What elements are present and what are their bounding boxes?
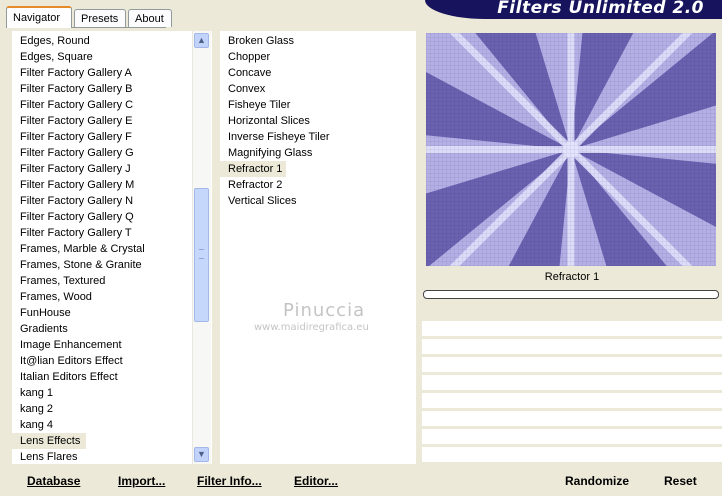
param-slot bbox=[422, 429, 722, 444]
filter-item[interactable]: Chopper bbox=[220, 49, 329, 65]
category-item[interactable]: Filter Factory Gallery G bbox=[12, 145, 192, 161]
category-item[interactable]: Filter Factory Gallery B bbox=[12, 81, 192, 97]
param-slot bbox=[422, 375, 722, 390]
chevron-up-icon[interactable]: ▲ bbox=[194, 33, 209, 48]
category-list[interactable]: Edges, Round Edges, Square Filter Factory … bbox=[12, 33, 192, 464]
preview-frame bbox=[424, 33, 716, 266]
category-item[interactable]: Filter Factory Gallery J bbox=[12, 161, 192, 177]
filter-info-button-label: Filter Info... bbox=[197, 474, 262, 488]
category-item[interactable]: kang 2 bbox=[12, 401, 192, 417]
editor-button[interactable]: Editor... bbox=[294, 474, 338, 488]
filter-item[interactable]: Magnifying Glass bbox=[220, 145, 329, 161]
category-item[interactable]: kang 4 bbox=[12, 417, 192, 433]
grip-icon bbox=[199, 249, 204, 259]
filter-list-panel: Broken Glass Chopper Concave Convex Fisheye … bbox=[220, 31, 416, 464]
filter-item[interactable]: Horizontal Slices bbox=[220, 113, 329, 129]
tab-navigator[interactable]: Navigator bbox=[6, 6, 72, 28]
category-scrollbar[interactable]: ▲ ▼ bbox=[192, 31, 211, 464]
watermark-name: Pinuccia bbox=[283, 300, 366, 321]
filter-item[interactable]: Refractor 1 bbox=[220, 161, 286, 177]
category-item[interactable]: Filter Factory Gallery A bbox=[12, 65, 192, 81]
refractor-preview-graphic bbox=[426, 33, 716, 266]
category-item[interactable]: kang 1 bbox=[12, 385, 192, 401]
filter-item[interactable]: Vertical Slices bbox=[220, 193, 329, 209]
current-filter-name: Refractor 1 bbox=[544, 271, 600, 283]
category-item[interactable]: Frames, Wood bbox=[12, 289, 192, 305]
category-item[interactable]: Edges, Round bbox=[12, 33, 192, 49]
category-item[interactable]: Frames, Stone & Granite bbox=[12, 257, 192, 273]
category-item[interactable]: Frames, Marble & Crystal bbox=[12, 241, 192, 257]
tab-about[interactable]: About bbox=[128, 9, 172, 27]
category-item[interactable]: Filter Factory Gallery M bbox=[12, 177, 192, 193]
watermark-url: www.maidiregrafica.eu bbox=[254, 322, 369, 333]
category-item[interactable]: Frames, Textured bbox=[12, 273, 192, 289]
param-slot bbox=[422, 357, 722, 372]
import-button-label: Import... bbox=[118, 474, 166, 488]
category-item[interactable]: Filter Factory Gallery Q bbox=[12, 209, 192, 225]
filter-list[interactable]: Broken Glass Chopper Concave Convex Fisheye … bbox=[220, 33, 329, 209]
database-button[interactable]: Database bbox=[27, 474, 80, 488]
filter-info-button[interactable]: Filter Info... bbox=[197, 474, 262, 488]
reset-button[interactable]: Reset bbox=[664, 474, 697, 488]
filter-item[interactable]: Fisheye Tiler bbox=[220, 97, 329, 113]
filter-item[interactable]: Convex bbox=[220, 81, 329, 97]
category-item[interactable]: Filter Factory Gallery T bbox=[12, 225, 192, 241]
chevron-down-icon[interactable]: ▼ bbox=[194, 447, 209, 462]
progress-bar bbox=[423, 290, 719, 299]
param-slot bbox=[422, 339, 722, 354]
filter-item[interactable]: Inverse Fisheye Tiler bbox=[220, 129, 329, 145]
category-item[interactable]: FunHouse bbox=[12, 305, 192, 321]
category-item[interactable]: Gradients bbox=[12, 321, 192, 337]
category-item[interactable]: It@lian Editors Effect bbox=[12, 353, 192, 369]
scrollbar-thumb[interactable] bbox=[194, 188, 209, 322]
category-item[interactable]: Filter Factory Gallery E bbox=[12, 113, 192, 129]
import-button[interactable]: Import... bbox=[118, 474, 165, 488]
category-item[interactable]: Filter Factory Gallery C bbox=[12, 97, 192, 113]
category-item[interactable]: Lens Flares bbox=[12, 449, 192, 464]
filter-item[interactable]: Refractor 2 bbox=[220, 177, 329, 193]
filter-item[interactable]: Broken Glass bbox=[220, 33, 329, 49]
app-title: Filters Unlimited 2.0 bbox=[497, 0, 704, 18]
category-item[interactable]: Edges, Square bbox=[12, 49, 192, 65]
param-slot bbox=[422, 321, 722, 336]
category-item[interactable]: Italian Editors Effect bbox=[12, 369, 192, 385]
category-list-panel: Edges, Round Edges, Square Filter Factory … bbox=[12, 31, 212, 464]
param-slot bbox=[422, 411, 722, 426]
param-slot bbox=[422, 447, 722, 462]
database-button-label: Database bbox=[27, 474, 81, 488]
param-slot bbox=[422, 393, 722, 408]
category-item[interactable]: Filter Factory Gallery N bbox=[12, 193, 192, 209]
title-banner: Filters Unlimited 2.0 bbox=[425, 0, 722, 19]
category-item[interactable]: Filter Factory Gallery F bbox=[12, 129, 192, 145]
editor-button-label: Editor... bbox=[294, 474, 339, 488]
filter-item[interactable]: Concave bbox=[220, 65, 329, 81]
parameter-area bbox=[422, 321, 722, 465]
category-item[interactable]: Lens Effects bbox=[12, 433, 86, 449]
tab-presets[interactable]: Presets bbox=[74, 9, 126, 27]
randomize-button[interactable]: Randomize bbox=[565, 474, 629, 488]
preview-image bbox=[426, 33, 716, 266]
category-item[interactable]: Image Enhancement bbox=[12, 337, 192, 353]
